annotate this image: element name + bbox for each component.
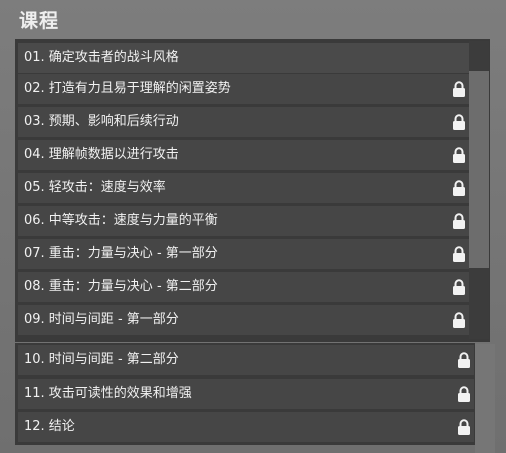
- lesson-item-05[interactable]: 05. 轻攻击：速度与效率: [18, 173, 469, 203]
- lesson-label: 05. 轻攻击：速度与效率: [24, 180, 166, 195]
- lock-icon: [453, 81, 465, 97]
- lesson-label: 04. 理解帧数据以进行攻击: [24, 147, 179, 162]
- lesson-item-02[interactable]: 02. 打造有力且易于理解的闲置姿势: [18, 74, 469, 104]
- lesson-label: 06. 中等攻击：速度与力量的平衡: [24, 213, 218, 228]
- section-title: 课程: [19, 10, 60, 32]
- lessons-scrollbar-thumb[interactable]: [469, 71, 489, 268]
- lesson-item-12[interactable]: 12. 结论: [18, 412, 474, 442]
- lesson-item-03[interactable]: 03. 预期、影响和后续行动: [18, 107, 469, 137]
- lock-icon: [458, 352, 470, 368]
- page-scrollbar-thumb[interactable]: [475, 344, 495, 453]
- lesson-label: 02. 打造有力且易于理解的闲置姿势: [24, 81, 231, 96]
- lock-icon: [458, 419, 470, 435]
- lesson-item-09[interactable]: 09. 时间与间距 - 第一部分: [18, 305, 469, 335]
- lesson-item-06[interactable]: 06. 中等攻击：速度与力量的平衡: [18, 206, 469, 236]
- lesson-item-04[interactable]: 04. 理解帧数据以进行攻击: [18, 140, 469, 170]
- lesson-label: 11. 攻击可读性的效果和增强: [24, 386, 192, 401]
- lock-icon: [458, 386, 470, 402]
- lock-icon: [453, 246, 465, 262]
- lock-icon: [453, 312, 465, 328]
- lesson-label: 03. 预期、影响和后续行动: [24, 114, 179, 129]
- lesson-label: 12. 结论: [24, 419, 75, 434]
- lesson-label: 08. 重击：力量与决心 - 第二部分: [24, 279, 218, 294]
- lesson-item-07[interactable]: 07. 重击：力量与决心 - 第一部分: [18, 239, 469, 269]
- lesson-label: 07. 重击：力量与决心 - 第一部分: [24, 246, 218, 261]
- lock-icon: [453, 114, 465, 130]
- lesson-item-01[interactable]: 01. 确定攻击者的战斗风格: [18, 43, 469, 73]
- lock-icon: [453, 147, 465, 163]
- lesson-item-10[interactable]: 10. 时间与间距 - 第二部分: [18, 345, 474, 375]
- lock-icon: [453, 279, 465, 295]
- lesson-label: 01. 确定攻击者的战斗风格: [24, 50, 179, 65]
- lock-icon: [453, 213, 465, 229]
- lock-icon: [453, 180, 465, 196]
- lesson-label: 10. 时间与间距 - 第二部分: [24, 352, 179, 367]
- lesson-item-08[interactable]: 08. 重击：力量与决心 - 第二部分: [18, 272, 469, 302]
- lesson-label: 09. 时间与间距 - 第一部分: [24, 312, 179, 327]
- lesson-item-11[interactable]: 11. 攻击可读性的效果和增强: [18, 379, 474, 409]
